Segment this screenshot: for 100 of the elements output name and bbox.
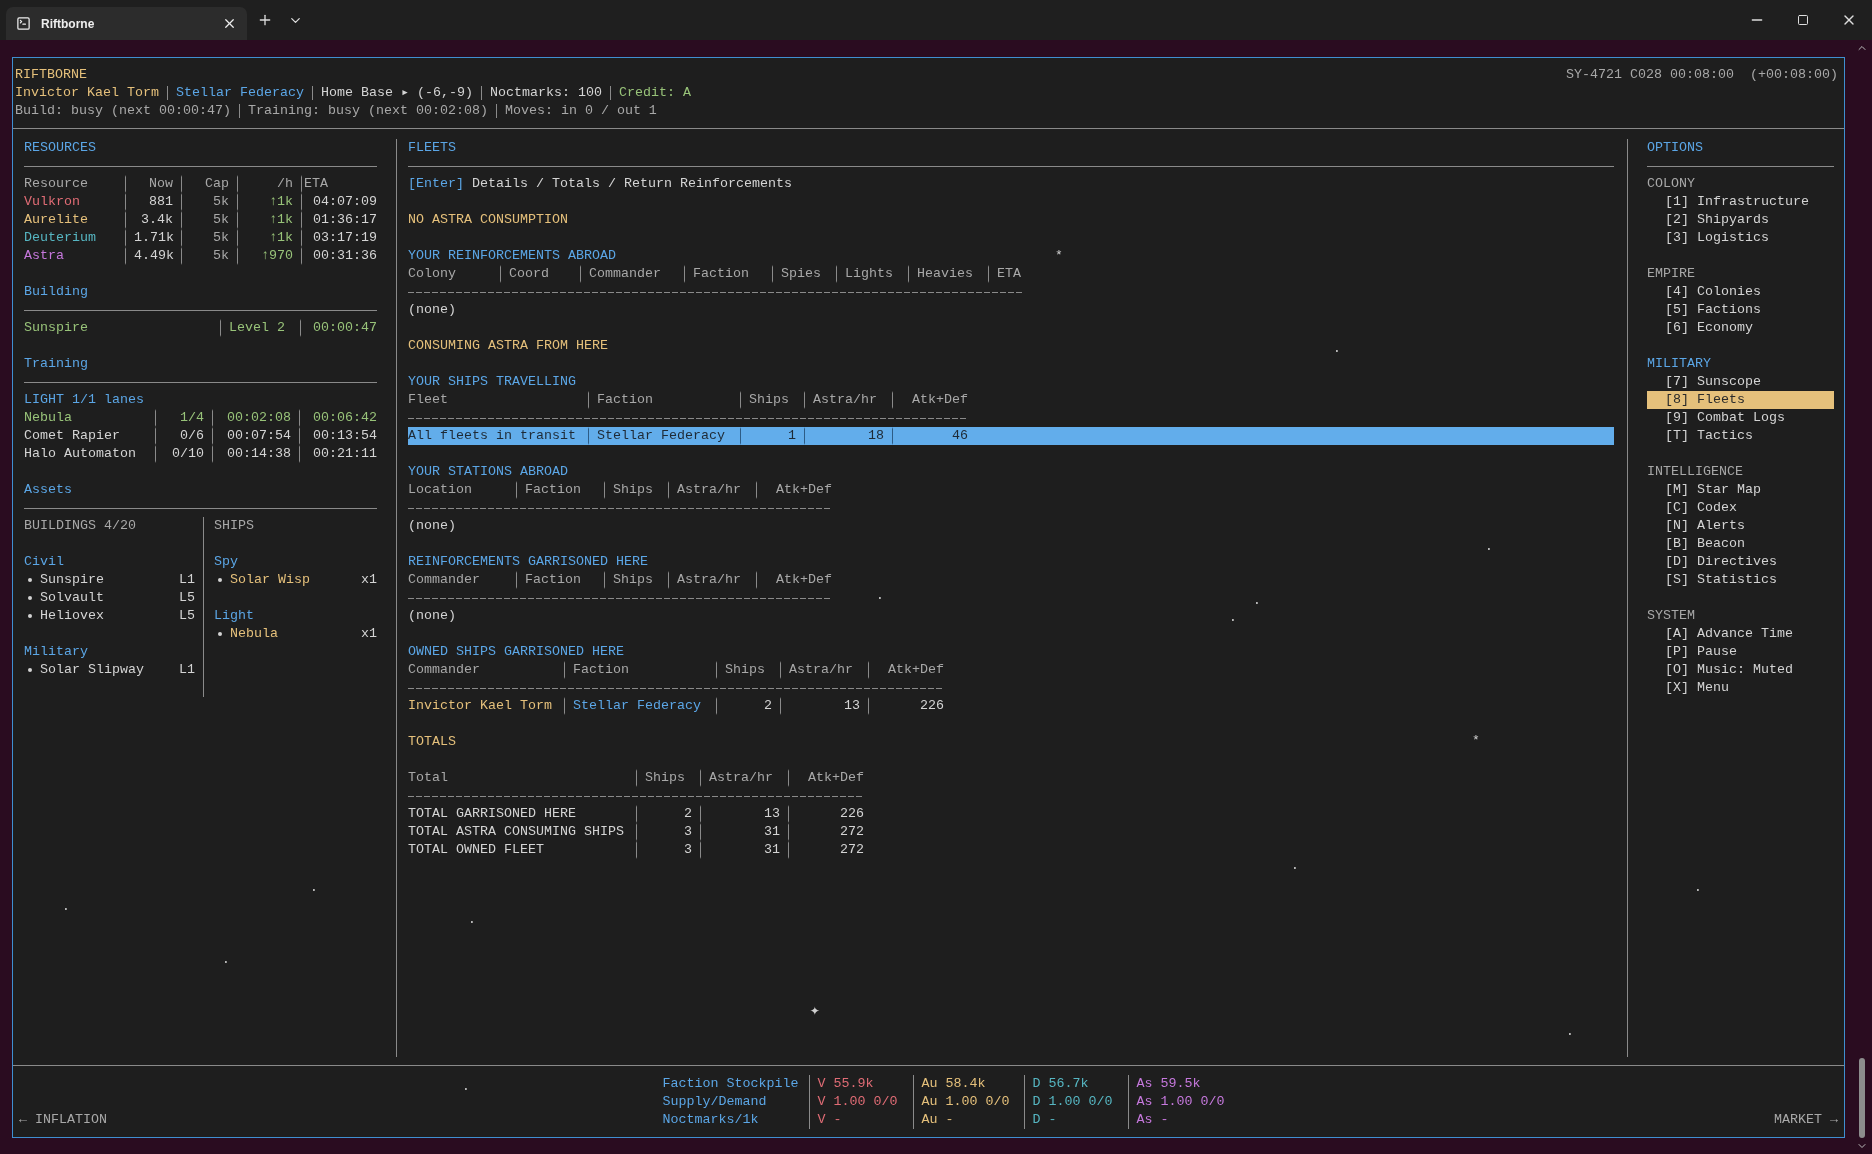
column-header: Now <box>125 175 181 193</box>
table-row[interactable]: TOTAL OWNED FLEET 3 31 272 <box>408 841 1614 859</box>
plus-icon[interactable] <box>257 12 273 28</box>
table-cell: 31 <box>700 823 788 841</box>
market-value: Au - <box>921 1111 954 1129</box>
table-cell: 226 <box>868 697 944 715</box>
table-cell: 1.71k <box>125 229 181 247</box>
table-cell: 13 <box>700 805 788 823</box>
table-cell: 226 <box>788 805 864 823</box>
table-cell: 4.49k <box>125 247 181 265</box>
market-label: Noctmarks/1k <box>662 1111 759 1129</box>
section-title: REINFORCEMENTS GARRISONED HERE <box>408 553 648 571</box>
star-glyph: . <box>1333 342 1341 355</box>
unit-name: Nebula <box>24 409 73 427</box>
column-header: /h <box>237 175 301 193</box>
market-value: D 1.00 0/0 <box>1032 1093 1113 1111</box>
menu-item[interactable]: [5] Factions <box>1647 301 1834 319</box>
menu-item[interactable]: [7] Sunscope <box>1647 373 1834 391</box>
section-title: YOUR SHIPS TRAVELLING <box>408 373 576 391</box>
building-timer: 00:00:47 <box>300 319 377 337</box>
menu-item[interactable]: [P] Pause <box>1647 643 1834 661</box>
building-level: Level 2 <box>220 319 300 337</box>
asset-value: L1 <box>179 571 196 589</box>
table-row[interactable]: Invictor Kael Torm Stellar Federacy 2 13 226 <box>408 697 1614 715</box>
table-cell: 46 <box>892 427 968 445</box>
table-cell: 18 <box>804 427 892 445</box>
table-cell-text: Invictor Kael Torm <box>408 697 553 715</box>
table-cell: 5k <box>181 229 237 247</box>
menu-item[interactable]: [M] Star Map <box>1647 481 1834 499</box>
table-cell-text: TOTAL OWNED FLEET <box>408 841 545 859</box>
star-glyph: * <box>1055 249 1063 262</box>
menu-item[interactable]: [4] Colonies <box>1647 283 1834 301</box>
column-header: Commander <box>408 661 481 679</box>
close-icon[interactable] <box>222 16 237 31</box>
scrollbar-thumb[interactable] <box>1859 1058 1865 1138</box>
menu-item[interactable]: [1] Infrastructure <box>1647 193 1834 211</box>
section-title: Building <box>24 283 88 301</box>
resource-name: Vulkron <box>24 193 81 211</box>
empty-text: (none) <box>408 517 456 535</box>
terminal-tab[interactable]: Riftborne <box>6 7 247 40</box>
market-link[interactable]: MARKET → <box>1774 1111 1838 1129</box>
star-glyph: . <box>1229 611 1237 624</box>
maximize-icon[interactable] <box>1797 14 1809 26</box>
status-item: Training: busy (next 00:02:08) <box>247 102 488 120</box>
star-glyph: ✦ <box>810 1003 820 1019</box>
menu-item[interactable]: [8] Fleets <box>1647 391 1834 409</box>
menu-item[interactable]: [6] Economy <box>1647 319 1834 337</box>
table-row[interactable]: All fleets in transit Stellar Federacy 1 18 46 <box>408 427 1614 445</box>
table-cell: ↑1k <box>237 211 301 229</box>
table-cell: ↑1k <box>237 193 301 211</box>
market-value: Au 1.00 0/0 <box>921 1093 1010 1111</box>
header-item: Credit: A <box>618 84 691 102</box>
table-cell: 5k <box>181 211 237 229</box>
table-cell: 00:21:11 <box>299 445 377 463</box>
star-glyph: . <box>62 900 70 913</box>
menu-item[interactable]: [T] Tactics <box>1647 427 1834 445</box>
star-glyph: . <box>310 881 318 894</box>
column-header: Atk+Def <box>756 481 832 499</box>
star-glyph: . <box>1291 859 1299 872</box>
resource-name: Deuterium <box>24 229 97 247</box>
menu-item[interactable]: [X] Menu <box>1647 679 1834 697</box>
star-glyph: . <box>1253 594 1261 607</box>
column-header: Astra/hr <box>668 481 756 499</box>
column-header: Heavies <box>908 265 988 283</box>
asset-name: Solar Slipway <box>40 661 145 679</box>
status-item: Build: busy (next 00:00:47) <box>15 102 231 120</box>
menu-item[interactable]: [9] Combat Logs <box>1647 409 1834 427</box>
panel-title: RESOURCES <box>24 139 96 157</box>
column-title: BUILDINGS 4/20 <box>24 517 136 535</box>
menu-item[interactable]: [N] Alerts <box>1647 517 1834 535</box>
group-title: Military <box>24 643 88 661</box>
menu-item[interactable]: [2] Shipyards <box>1647 211 1834 229</box>
star-glyph: . <box>468 913 476 926</box>
menu-item[interactable]: [A] Advance Time <box>1647 625 1834 643</box>
menu-item[interactable]: [O] Music: Muted <box>1647 661 1834 679</box>
menu-item[interactable]: [S] Statistics <box>1647 571 1834 589</box>
table-row[interactable]: TOTAL ASTRA CONSUMING SHIPS 3 31 272 <box>408 823 1614 841</box>
market-value: V - <box>817 1111 842 1129</box>
star-glyph: . <box>1694 881 1702 894</box>
inflation-link[interactable]: ← INFLATION <box>19 1111 107 1129</box>
table-cell: 5k <box>181 193 237 211</box>
market-value: V 55.9k <box>817 1075 874 1093</box>
header-item: Noctmarks: 100 <box>489 84 602 102</box>
group-title: SYSTEM <box>1647 607 1695 625</box>
table-row[interactable]: TOTAL GARRISONED HERE 2 13 226 <box>408 805 1614 823</box>
notice-text: TOTALS <box>408 733 456 751</box>
tab-title: Riftborne <box>41 16 96 31</box>
asset-name: Solar Wisp <box>230 571 311 589</box>
menu-item[interactable]: [C] Codex <box>1647 499 1834 517</box>
notice-text: NO ASTRA CONSUMPTION <box>408 211 568 229</box>
menu-item[interactable]: [3] Logistics <box>1647 229 1834 247</box>
menu-item[interactable]: [D] Directives <box>1647 553 1834 571</box>
column-header: Faction <box>564 661 716 679</box>
column-header: Spies <box>772 265 836 283</box>
table-cell: 00:31:36 <box>301 247 377 265</box>
market-value: D - <box>1032 1111 1057 1129</box>
table-cell: 272 <box>788 823 864 841</box>
bullet-icon <box>28 578 32 582</box>
menu-item[interactable]: [B] Beacon <box>1647 535 1834 553</box>
table-cell: Stellar Federacy <box>564 697 716 715</box>
